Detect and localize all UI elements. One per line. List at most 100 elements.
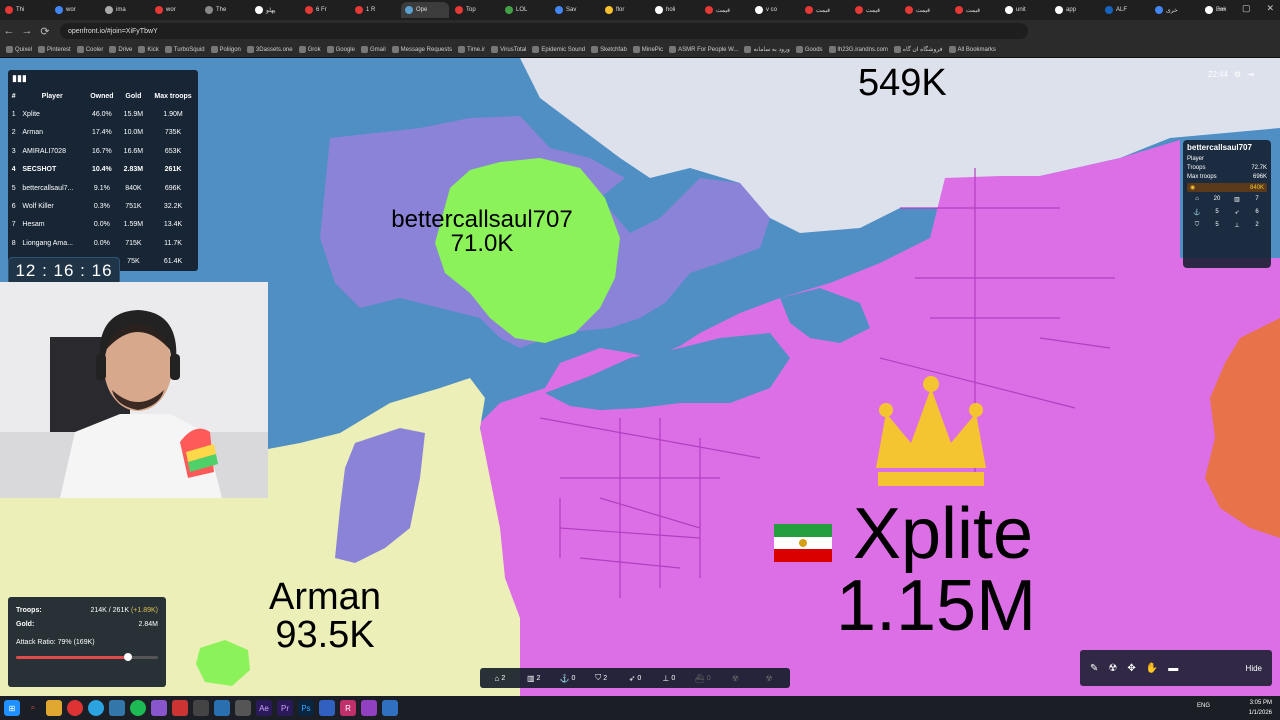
leaderboard-row[interactable]: 3 AMIRALI7028 16.7% 16.6M 653K xyxy=(8,142,198,160)
app-icon-4[interactable] xyxy=(193,700,209,716)
build-button-sam-launcher[interactable]: ⊥ 0 xyxy=(653,674,685,683)
reload-icon[interactable]: ⟳ xyxy=(36,25,54,38)
bookmark-item[interactable]: Sketchfab xyxy=(591,46,627,53)
leaderboard-row[interactable]: 6 Wolf Killer 0.3% 751K 32.2K xyxy=(8,197,198,215)
settings-gear-icon[interactable]: ⚙ xyxy=(1234,70,1241,79)
build-button-warship[interactable]: ⛴ 0 xyxy=(687,674,719,683)
bookmark-item[interactable]: Kick xyxy=(138,46,159,53)
build-button-city[interactable]: ⌂ 2 xyxy=(484,674,516,683)
telegram-icon[interactable] xyxy=(88,700,104,716)
header-owned[interactable]: Owned xyxy=(85,87,119,105)
system-clock[interactable]: 3:05 PM 1/1/2026 xyxy=(1249,698,1272,718)
windows-start-icon[interactable]: ⊞ xyxy=(4,700,20,716)
bookmark-item[interactable]: VirusTotal xyxy=(491,46,526,53)
bookmark-item[interactable]: ASMR For People W... xyxy=(669,46,738,53)
leaderboard-row[interactable]: 7 Hesam 0.0% 1.59M 13.4K xyxy=(8,216,198,234)
browser-tab[interactable]: Thi xyxy=(1,2,49,18)
build-button-atom-bomb[interactable]: ☢ xyxy=(720,674,752,683)
app-icon-5[interactable] xyxy=(214,700,230,716)
browser-tab[interactable]: unit xyxy=(1001,2,1049,18)
pencil-icon[interactable]: ✎ xyxy=(1090,663,1098,674)
build-button-factory[interactable]: ▥ 2 xyxy=(518,674,550,683)
bookmark-item[interactable]: All Bookmarks xyxy=(948,46,996,53)
photoshop-icon[interactable]: Ps xyxy=(298,700,314,716)
premiere-icon[interactable]: Pr xyxy=(277,700,293,716)
build-button-port[interactable]: ⚓ 0 xyxy=(552,674,584,683)
header-rank[interactable]: # xyxy=(8,87,19,105)
browser-tab[interactable]: app xyxy=(1051,2,1099,18)
browser-tab[interactable]: خری xyxy=(1151,2,1199,18)
browser-tab[interactable]: ALF xyxy=(1101,2,1149,18)
build-button-hydrogen-bomb[interactable]: ☢ xyxy=(754,674,786,683)
browser-tab[interactable]: 6 Fr xyxy=(301,2,349,18)
browser-tab[interactable]: پهلو xyxy=(251,2,299,18)
app-icon-2[interactable] xyxy=(151,700,167,716)
browser-tab[interactable]: holi xyxy=(651,2,699,18)
file-explorer-icon[interactable] xyxy=(46,700,62,716)
bookmark-item[interactable]: Cooler xyxy=(76,46,103,53)
header-gold[interactable]: Gold xyxy=(119,87,148,105)
leaderboard-row[interactable]: 4 SECSHOT 10.4% 2.83M 261K xyxy=(8,161,198,179)
app-icon-7[interactable] xyxy=(319,700,335,716)
bookmark-item[interactable]: Google xyxy=(326,46,355,53)
leaderboard-row[interactable]: 8 Liongang Ama... 0.0% 715K 11.7K xyxy=(8,234,198,252)
puzzle-icon[interactable]: ✥ xyxy=(1127,663,1135,674)
leaderboard-row[interactable]: 5 bettercallsaul7... 9.1% 840K 696K xyxy=(8,179,198,197)
attack-ratio-slider[interactable] xyxy=(16,653,158,661)
bookmark-item[interactable]: MinePic xyxy=(632,46,663,53)
app-icon-1[interactable] xyxy=(109,700,125,716)
browser-tab[interactable]: قیمت xyxy=(851,2,899,18)
app-icon-6[interactable] xyxy=(235,700,251,716)
build-button-defense-post[interactable]: ⛉ 2 xyxy=(585,673,617,683)
browser-tab[interactable]: Ope xyxy=(401,2,449,18)
bookmark-item[interactable]: Grok xyxy=(298,46,321,53)
minimize-icon[interactable]: — xyxy=(1217,3,1226,14)
bookmark-item[interactable]: Quixel xyxy=(6,46,32,53)
handshake-icon[interactable]: ✋ xyxy=(1146,663,1158,674)
attack-ratio-handle[interactable] xyxy=(124,653,133,661)
build-button-missile-silo[interactable]: ➶ 0 xyxy=(619,674,651,683)
header-max-troops[interactable]: Max troops xyxy=(148,87,198,105)
bookmark-item[interactable]: Gmail xyxy=(360,46,386,53)
forward-icon[interactable]: → xyxy=(18,25,36,37)
exit-icon[interactable]: ⇥ xyxy=(1247,70,1254,79)
bookmark-item[interactable]: lh23G.irandns.com xyxy=(828,46,888,53)
bookmark-item[interactable]: ورود به سامانه xyxy=(744,46,790,53)
browser-tab[interactable]: v co xyxy=(751,2,799,18)
app-icon-3[interactable] xyxy=(172,700,188,716)
close-icon[interactable]: ✕ xyxy=(1266,3,1274,14)
chrome-icon[interactable] xyxy=(67,700,83,716)
spotify-icon[interactable] xyxy=(130,700,146,716)
bookmark-item[interactable]: فروشگاه ان گاه xyxy=(893,46,943,53)
bookmark-item[interactable]: Poliigon xyxy=(210,46,241,53)
browser-tab[interactable]: ima xyxy=(101,2,149,18)
hide-button[interactable]: Hide xyxy=(1246,664,1262,673)
leaderboard-row[interactable]: 1 Xplite 46.0% 15.9M 1.90M xyxy=(8,105,198,123)
bookmark-item[interactable]: Epidemic Sound xyxy=(532,46,585,53)
rider-icon[interactable]: R xyxy=(340,700,356,716)
browser-tab[interactable]: قیمت xyxy=(901,2,949,18)
browser-tab[interactable]: قیمت xyxy=(951,2,999,18)
bookmark-item[interactable]: TurboSquid xyxy=(164,46,205,53)
browser-tab[interactable]: The xyxy=(201,2,249,18)
maximize-icon[interactable]: ▢ xyxy=(1242,3,1251,14)
header-player[interactable]: Player xyxy=(19,87,85,105)
browser-tab[interactable]: LOL xyxy=(501,2,549,18)
back-icon[interactable]: ← xyxy=(0,25,18,37)
browser-tab[interactable]: wor xyxy=(51,2,99,18)
browser-tab[interactable]: Top xyxy=(451,2,499,18)
bookmark-item[interactable]: Drive xyxy=(109,46,132,53)
leaderboard-row[interactable]: 2 Arman 17.4% 10.0M 735K xyxy=(8,124,198,142)
language-indicator[interactable]: ENG xyxy=(1197,703,1210,709)
search-icon[interactable]: ⌕ xyxy=(25,700,41,716)
browser-tab[interactable]: Sav xyxy=(551,2,599,18)
url-input[interactable]: openfront.io/#join=XiFyTbwY xyxy=(60,23,1028,39)
bookmark-item[interactable]: Goods xyxy=(795,46,823,53)
chat-icon[interactable]: ▬ xyxy=(1168,663,1178,674)
bookmark-item[interactable]: Time.ir xyxy=(458,46,485,53)
browser-tab[interactable]: 1 R xyxy=(351,2,399,18)
browser-tab[interactable]: قیمت xyxy=(801,2,849,18)
browser-tab[interactable]: قیمت xyxy=(701,2,749,18)
leaderboard-toggle-icon[interactable]: ▮▮▮ xyxy=(8,70,198,87)
nuke-icon[interactable]: ☢ xyxy=(1108,663,1117,674)
